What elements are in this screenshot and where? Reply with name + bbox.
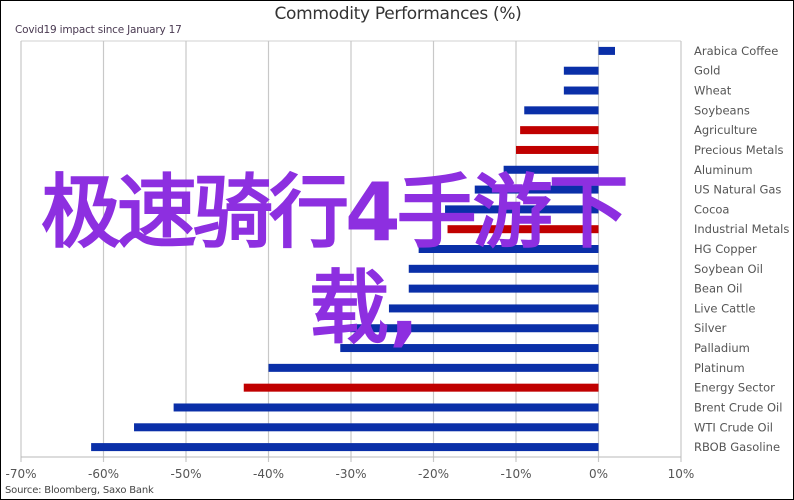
category-label: US Natural Gas: [694, 183, 781, 197]
category-label: Brent Crude Oil: [694, 400, 782, 414]
x-axis: -70% -60% -50% -40% -30% -20% -10% 0% 10%: [5, 456, 695, 481]
category-labels: Arabica Coffee Gold Wheat Soybeans Agricultu…: [694, 44, 789, 454]
bar-cocoa: [445, 205, 599, 214]
bar-energy-sector: [243, 383, 599, 392]
bar-hg-copper: [418, 245, 599, 253]
bar-brent-crude-oil: [173, 403, 599, 412]
category-label: Wheat: [694, 84, 732, 98]
bar-soybeans: [524, 106, 599, 115]
category-label: RBOB Gasoline: [694, 440, 780, 454]
bar-industrial-metals: [447, 225, 599, 234]
bar-wheat: [563, 86, 599, 95]
x-tick-label: -60%: [88, 467, 119, 481]
category-label: Platinum: [694, 361, 745, 375]
chart-frame: Commodity Performances (%) Covid19 impac…: [0, 0, 794, 500]
bar-soybean-oil: [408, 264, 599, 273]
category-label: Silver: [694, 321, 727, 335]
category-label: Aluminum: [694, 163, 753, 177]
x-tick-label: -40%: [253, 467, 284, 481]
bar-arabica-coffee: [598, 46, 615, 55]
x-tick-label: -50%: [170, 467, 201, 481]
bar-gold: [563, 66, 599, 75]
bar-palladium: [340, 344, 599, 353]
category-label: Energy Sector: [694, 381, 775, 395]
bar-chart: -70% -60% -50% -40% -30% -20% -10% 0% 10% Arabic…: [5, 40, 789, 481]
category-label: Precious Metals: [694, 143, 784, 157]
category-label: Agriculture: [694, 123, 757, 137]
bar-bean-oil: [408, 284, 599, 293]
x-tick-label: -10%: [500, 467, 531, 481]
category-label: Bean Oil: [694, 282, 742, 296]
category-label: Gold: [694, 64, 720, 78]
category-label: HG Copper: [694, 242, 757, 256]
bars: [91, 46, 615, 452]
bar-platinum: [268, 363, 599, 372]
x-tick-label: 10%: [668, 467, 695, 481]
chart-source: Source: Bloomberg, Saxo Bank: [5, 485, 154, 496]
bar-aluminum: [503, 165, 599, 174]
bar-silver: [350, 324, 599, 333]
bar-agriculture: [520, 126, 599, 135]
category-label: WTI Crude Oil: [694, 420, 773, 434]
category-label: Cocoa: [694, 202, 729, 216]
x-tick-label: -20%: [418, 467, 449, 481]
category-label: Arabica Coffee: [694, 44, 778, 58]
category-label: Industrial Metals: [694, 222, 789, 236]
bar-live-cattle: [388, 304, 599, 313]
bar-us-natural-gas: [474, 185, 599, 194]
category-label: Soybeans: [694, 103, 750, 117]
x-tick-label: -30%: [335, 467, 366, 481]
bar-rbob-gasoline: [91, 443, 599, 452]
category-label: Soybean Oil: [694, 262, 763, 276]
x-tick-label: -70%: [5, 467, 36, 481]
category-label: Live Cattle: [694, 301, 756, 315]
x-tick-label: 0%: [589, 467, 608, 481]
bar-precious-metals: [516, 145, 599, 154]
category-label: Palladium: [694, 341, 750, 355]
bar-wti-crude-oil: [134, 423, 599, 432]
